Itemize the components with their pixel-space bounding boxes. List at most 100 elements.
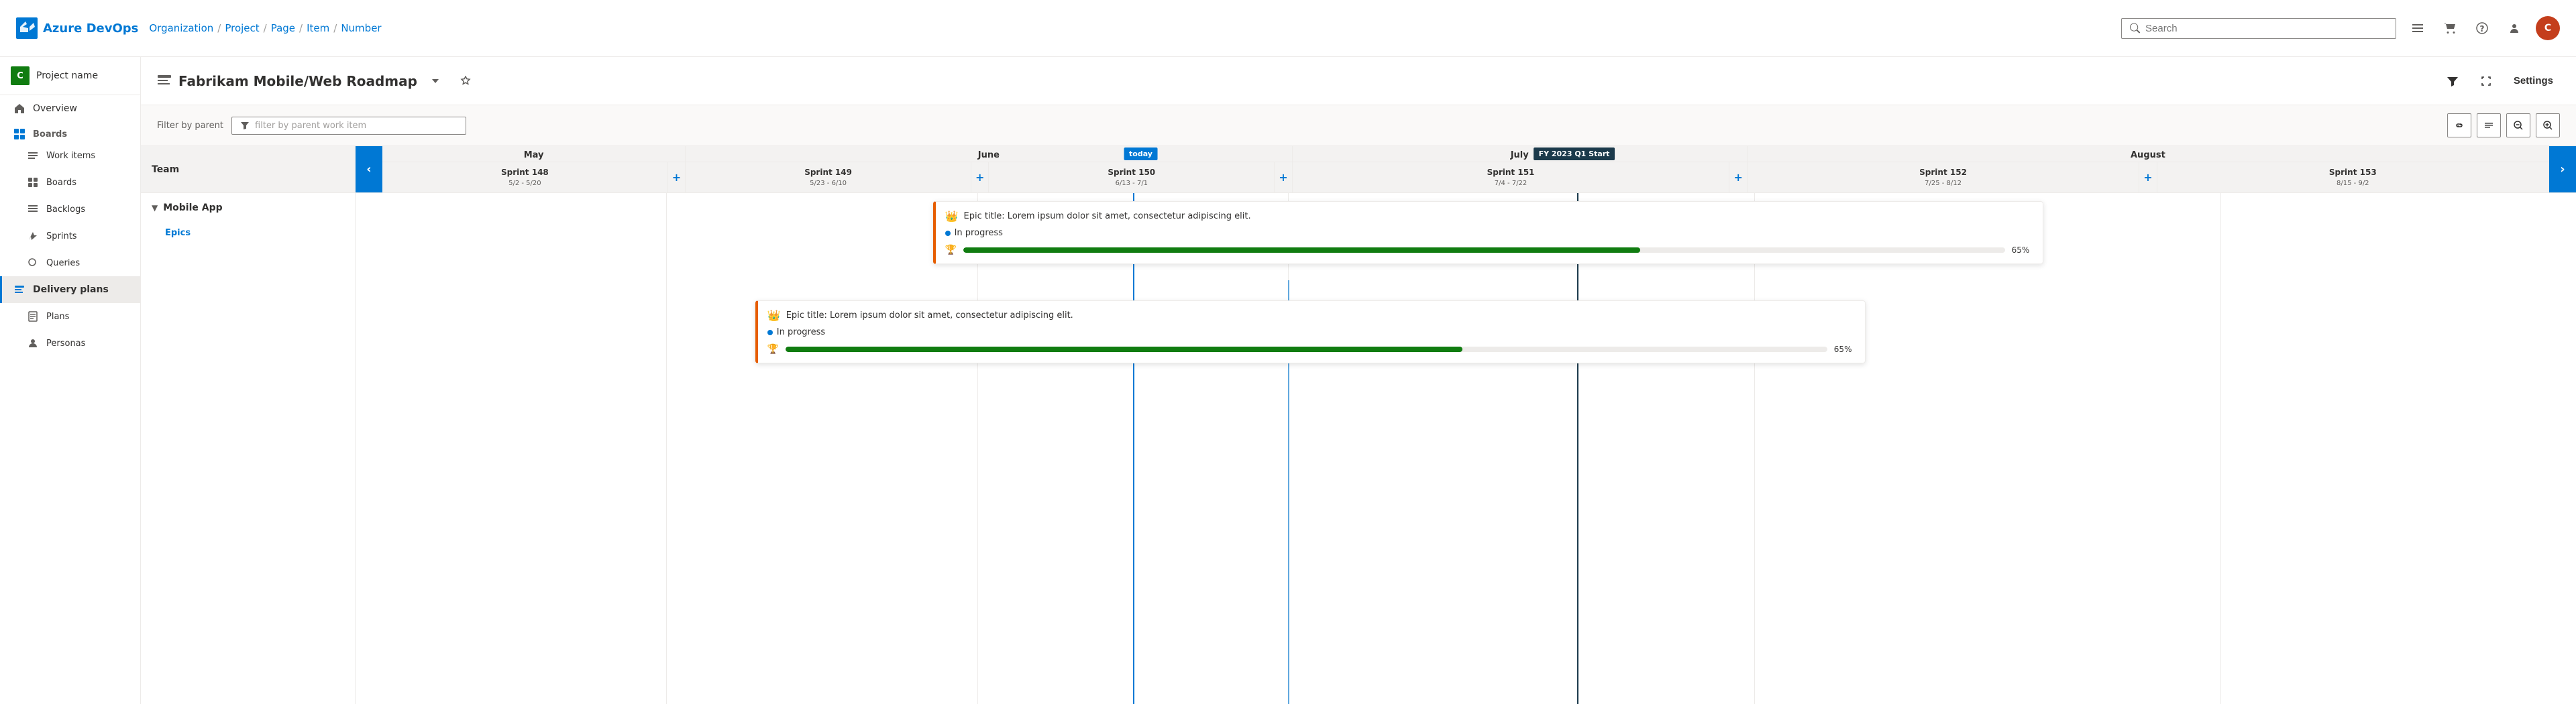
- favorite-btn[interactable]: [453, 72, 478, 91]
- august-sprints: Sprint 152 7/25 - 8/12 + Sprint 153 8/15…: [1748, 162, 2548, 192]
- avatar[interactable]: C: [2536, 16, 2560, 40]
- sprint-151-name: Sprint 151: [1487, 168, 1535, 177]
- sidebar-item-boards[interactable]: Boards: [0, 169, 140, 196]
- gantt-timeline-body: 👑 Epic title: Lorem ipsum dolor sit amet…: [356, 193, 2576, 704]
- filter-placeholder: filter by parent work item: [255, 121, 366, 131]
- sprint-152-name: Sprint 152: [1919, 168, 1967, 177]
- team-col: ▼ Mobile App Epics: [141, 193, 356, 704]
- team-col-header: Team: [141, 146, 356, 192]
- sidebar-item-backlogs[interactable]: Backlogs: [0, 196, 140, 223]
- sprint-150-name: Sprint 150: [1108, 168, 1155, 177]
- trophy-icon-2: 🏆: [767, 344, 779, 355]
- gantt-body: ▼ Mobile App Epics: [141, 193, 2576, 704]
- title-dropdown-btn[interactable]: [424, 72, 447, 90]
- text-icon: [2483, 120, 2494, 131]
- june-sprints: Sprint 149 5/23 - 6/10 + Sprint 150 6/13…: [686, 162, 1291, 192]
- sidebar-label-personas: Personas: [46, 339, 85, 349]
- project-icon: C: [11, 66, 30, 85]
- filter-btn[interactable]: [2440, 71, 2465, 91]
- delivery-icon: [13, 283, 26, 296]
- sidebar-project[interactable]: C Project name: [0, 57, 140, 95]
- shopping-icon[interactable]: [2439, 17, 2461, 39]
- link-action-btn[interactable]: [2447, 113, 2471, 137]
- filter-bar: Filter by parent filter by parent work i…: [141, 105, 2576, 146]
- sep1: /: [217, 22, 221, 34]
- link-icon: [2454, 120, 2465, 131]
- sprint-153: Sprint 153 8/15 - 9/2: [2157, 162, 2548, 192]
- sprint-149-name: Sprint 149: [804, 168, 852, 177]
- sidebar-item-sprints[interactable]: Sprints: [0, 223, 140, 249]
- sprint-151-add[interactable]: +: [1729, 162, 1746, 192]
- breadcrumb-item[interactable]: Item: [307, 22, 329, 34]
- month-june: June Sprint 149 5/23 - 6/10 + Sprint 150: [686, 146, 1292, 192]
- timeline-header: Team ‹ today FY 2023 Q1 Start May: [141, 146, 2576, 193]
- sidebar-item-overview[interactable]: Overview: [0, 95, 140, 122]
- today-line: [1133, 193, 1134, 704]
- sprint-152-dates: 7/25 - 8/12: [1925, 180, 1962, 187]
- epic-card-2[interactable]: 👑 Epic title: Lorem ipsum dolor sit amet…: [755, 300, 1866, 363]
- expand-btn[interactable]: [2473, 71, 2499, 91]
- nav-left-btn[interactable]: ‹: [356, 146, 382, 192]
- page-header-actions: Settings: [2440, 71, 2560, 91]
- progress-row-1: 🏆 65%: [945, 245, 2033, 255]
- sprint-148-add[interactable]: +: [668, 162, 685, 192]
- epics-label: Epics: [165, 228, 191, 238]
- sprint-152-add[interactable]: +: [2139, 162, 2157, 192]
- workitems-icon: [26, 149, 40, 162]
- search-box[interactable]: [2121, 18, 2396, 39]
- filter-input[interactable]: filter by parent work item: [231, 117, 466, 135]
- epic-status-2: In progress: [767, 327, 1856, 337]
- sidebar-item-queries[interactable]: Queries: [0, 249, 140, 276]
- boards2-icon: [26, 176, 40, 189]
- nav-right-icon: ›: [2560, 162, 2565, 176]
- breadcrumb-number[interactable]: Number: [341, 22, 381, 34]
- list-icon[interactable]: [2407, 17, 2428, 39]
- progress-bar-bg-1: [963, 247, 2005, 253]
- status-dot-2: [767, 330, 773, 335]
- epic-title-2: Epic title: Lorem ipsum dolor sit amet, …: [786, 310, 1073, 320]
- sidebar-item-work-items[interactable]: Work items: [0, 142, 140, 169]
- col-line-4: [1754, 193, 1755, 704]
- text-action-btn[interactable]: [2477, 113, 2501, 137]
- sprint-149: Sprint 149 5/23 - 6/10: [686, 162, 971, 192]
- sidebar-label-work-items: Work items: [46, 151, 95, 161]
- sprint-149-add[interactable]: +: [971, 162, 989, 192]
- search-input[interactable]: [2145, 23, 2387, 34]
- star-icon: [460, 76, 471, 86]
- help-icon[interactable]: ?: [2471, 17, 2493, 39]
- user-icon[interactable]: [2504, 17, 2525, 39]
- sidebar-item-plans[interactable]: Plans: [0, 303, 140, 330]
- sprint-153-dates: 8/15 - 9/2: [2337, 180, 2369, 187]
- team-epics-link[interactable]: Epics: [141, 223, 355, 243]
- progress-pct-2: 65%: [1834, 345, 1856, 354]
- team-mobile-app-row: ▼ Mobile App: [141, 193, 355, 223]
- month-august: August Sprint 152 7/25 - 8/12 + Sprint 1…: [1748, 146, 2549, 192]
- zoom-out-btn[interactable]: [2506, 113, 2530, 137]
- breadcrumb-org[interactable]: Organization: [149, 22, 213, 34]
- fy-start-line: [1577, 193, 1578, 704]
- progress-bar-bg-2: [786, 347, 1827, 352]
- sidebar-label-boards-section: Boards: [33, 129, 67, 139]
- month-july: July Sprint 151 7/4 - 7/22 +: [1293, 146, 1748, 192]
- page-title: Fabrikam Mobile/Web Roadmap: [178, 73, 417, 89]
- crown-icon-1: 👑: [945, 210, 959, 223]
- team-chevron[interactable]: ▼: [152, 203, 158, 213]
- breadcrumb-page[interactable]: Page: [271, 22, 295, 34]
- month-may: May Sprint 148 5/2 - 5/20 +: [382, 146, 686, 192]
- sidebar-label-boards: Boards: [46, 178, 76, 188]
- search-icon: [2130, 23, 2140, 34]
- sidebar: C Project name Overview Boards Work item…: [0, 57, 141, 704]
- app-logo[interactable]: Azure DevOps: [16, 17, 138, 39]
- may-sprints: Sprint 148 5/2 - 5/20 +: [382, 162, 685, 192]
- month-may-label: May: [382, 146, 685, 162]
- sprint-150-add[interactable]: +: [1275, 162, 1291, 192]
- sidebar-item-personas[interactable]: Personas: [0, 330, 140, 357]
- breadcrumb-project[interactable]: Project: [225, 22, 259, 34]
- sprint-150: Sprint 150 6/13 - 7/1: [989, 162, 1275, 192]
- settings-btn[interactable]: Settings: [2507, 71, 2560, 91]
- epic-card-1[interactable]: 👑 Epic title: Lorem ipsum dolor sit amet…: [933, 201, 2043, 264]
- chevron-down-icon: [431, 76, 440, 86]
- sidebar-item-delivery-plans[interactable]: Delivery plans: [0, 276, 140, 303]
- nav-right-btn[interactable]: ›: [2549, 146, 2576, 192]
- zoom-in-btn[interactable]: [2536, 113, 2560, 137]
